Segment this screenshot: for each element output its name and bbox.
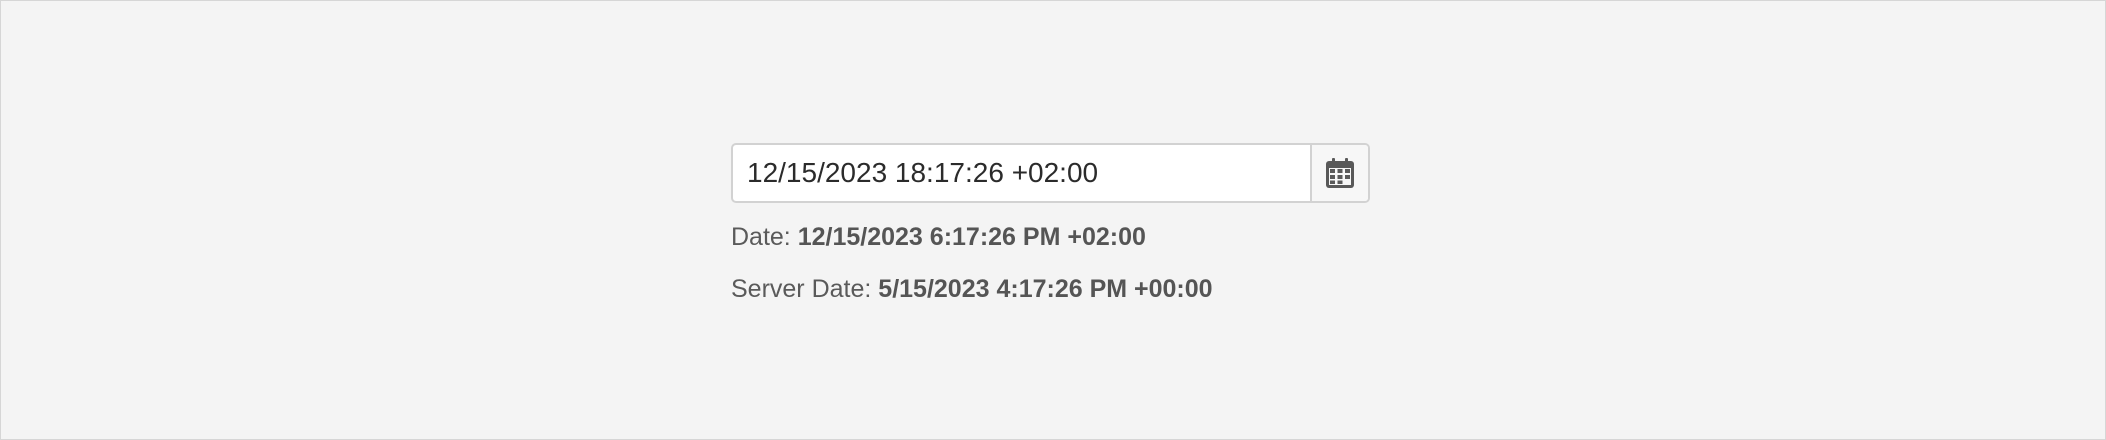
server-date-info: Server Date: 5/15/2023 4:17:26 PM +00:00 bbox=[731, 275, 1213, 304]
demo-frame bbox=[0, 0, 2106, 440]
date-value: 12/15/2023 6:17:26 PM +02:00 bbox=[797, 223, 1146, 251]
datetime-picker bbox=[731, 143, 1370, 203]
date-label: Date: bbox=[731, 223, 791, 251]
date-info: Date: 12/15/2023 6:17:26 PM +02:00 bbox=[731, 223, 1146, 252]
server-date-label: Server Date: bbox=[731, 275, 872, 303]
datetime-input[interactable] bbox=[733, 145, 1310, 201]
server-date-value: 5/15/2023 4:17:26 PM +00:00 bbox=[878, 275, 1213, 303]
calendar-icon bbox=[1326, 158, 1354, 188]
calendar-button[interactable] bbox=[1310, 145, 1368, 201]
